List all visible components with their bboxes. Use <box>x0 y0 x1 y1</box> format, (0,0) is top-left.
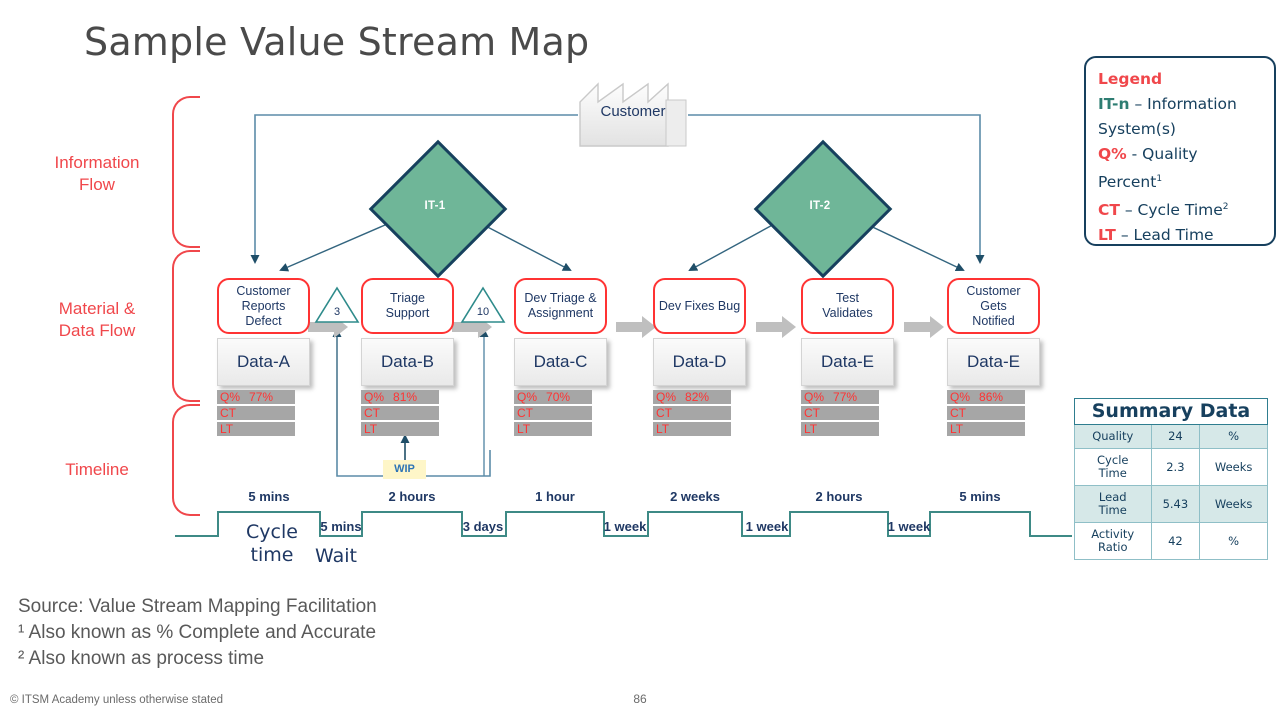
cycle-time-caption: Cycle time <box>232 521 312 567</box>
summary-metric: Cycle Time <box>1074 448 1152 486</box>
legend-title: Legend <box>1098 70 1163 88</box>
summary-value: 5.43 <box>1150 485 1201 523</box>
legend-entry-ct: CT – Cycle Time2 <box>1098 195 1262 223</box>
timeline-wait-time-4: 1 week <box>745 519 789 534</box>
legend-panel: Legend IT-n – Information System(s) Q% -… <box>1084 56 1276 246</box>
legend-footnote-marker: 2 <box>1222 202 1229 213</box>
footnote-2: ² Also known as process time <box>18 648 265 669</box>
legend-text: – Cycle Time <box>1119 201 1223 220</box>
summary-title: Summary Data <box>1074 398 1268 425</box>
metric-line2: Time <box>1098 503 1127 517</box>
metric-line2: Time <box>1098 466 1127 480</box>
legend-entry-lt: LT – Lead Time <box>1098 223 1262 248</box>
table-row: Activity Ratio 42 % <box>1074 522 1268 560</box>
legend-entry-it: IT-n – Information System(s) <box>1098 92 1262 142</box>
timeline-wait-time-2: 3 days <box>462 519 504 534</box>
caption-line1: Cycle <box>246 521 298 543</box>
timeline-process-time-1: 5 mins <box>248 489 290 504</box>
timeline-wait-time-1: 5 mins <box>320 519 362 534</box>
timeline-wait-time-3: 1 week <box>603 519 647 534</box>
timeline-process-time-2: 2 hours <box>388 489 436 504</box>
timeline-process-time-6: 5 mins <box>959 489 1001 504</box>
metric-line2: Ratio <box>1097 540 1128 554</box>
wait-caption: Wait <box>315 545 357 567</box>
legend-key: IT-n <box>1098 95 1130 113</box>
footnote-1: ¹ Also known as % Complete and Accurate <box>18 622 377 643</box>
summary-value: 2.3 <box>1150 448 1201 486</box>
table-row: Cycle Time 2.3 Weeks <box>1074 448 1268 486</box>
copyright-notice: © ITSM Academy unless otherwise stated <box>10 694 224 706</box>
summary-unit: % <box>1199 522 1268 560</box>
source-line: Source: Value Stream Mapping Facilitatio… <box>18 596 377 617</box>
summary-value: 42 <box>1150 522 1201 560</box>
caption-line2: time <box>250 544 294 566</box>
summary-data-table: Summary Data Quality 24 % Cycle Time 2.3 … <box>1074 398 1268 560</box>
summary-metric: Lead Time <box>1074 485 1152 523</box>
timeline-process-time-3: 1 hour <box>535 489 575 504</box>
metric-line1: Cycle <box>1097 453 1129 467</box>
table-row: Lead Time 5.43 Weeks <box>1074 485 1268 523</box>
metric-line1: Activity <box>1091 527 1135 541</box>
legend-key: LT <box>1098 226 1116 245</box>
legend-key: CT <box>1098 201 1120 220</box>
timeline-process-time-5: 2 hours <box>815 489 863 504</box>
legend-footnote-marker: 1 <box>1156 174 1163 184</box>
summary-title-row: Summary Data <box>1074 398 1268 425</box>
legend-text: – Lead Time <box>1115 226 1214 245</box>
legend-key: Q% <box>1098 145 1127 163</box>
table-row: Quality 24 % <box>1074 424 1268 449</box>
page-number: 86 <box>633 692 647 706</box>
summary-unit: % <box>1199 424 1268 449</box>
timeline-process-time-4: 2 weeks <box>670 489 720 504</box>
summary-unit: Weeks <box>1199 448 1268 486</box>
timeline-wait-time-5: 1 week <box>887 519 931 534</box>
summary-metric: Quality <box>1074 424 1152 449</box>
legend-entry-quality: Q% - Quality Percent1 <box>1098 142 1262 195</box>
summary-unit: Weeks <box>1199 485 1268 523</box>
summary-metric: Activity Ratio <box>1074 522 1152 560</box>
summary-value: 24 <box>1150 424 1201 449</box>
metric-line1: Lead <box>1098 490 1127 504</box>
